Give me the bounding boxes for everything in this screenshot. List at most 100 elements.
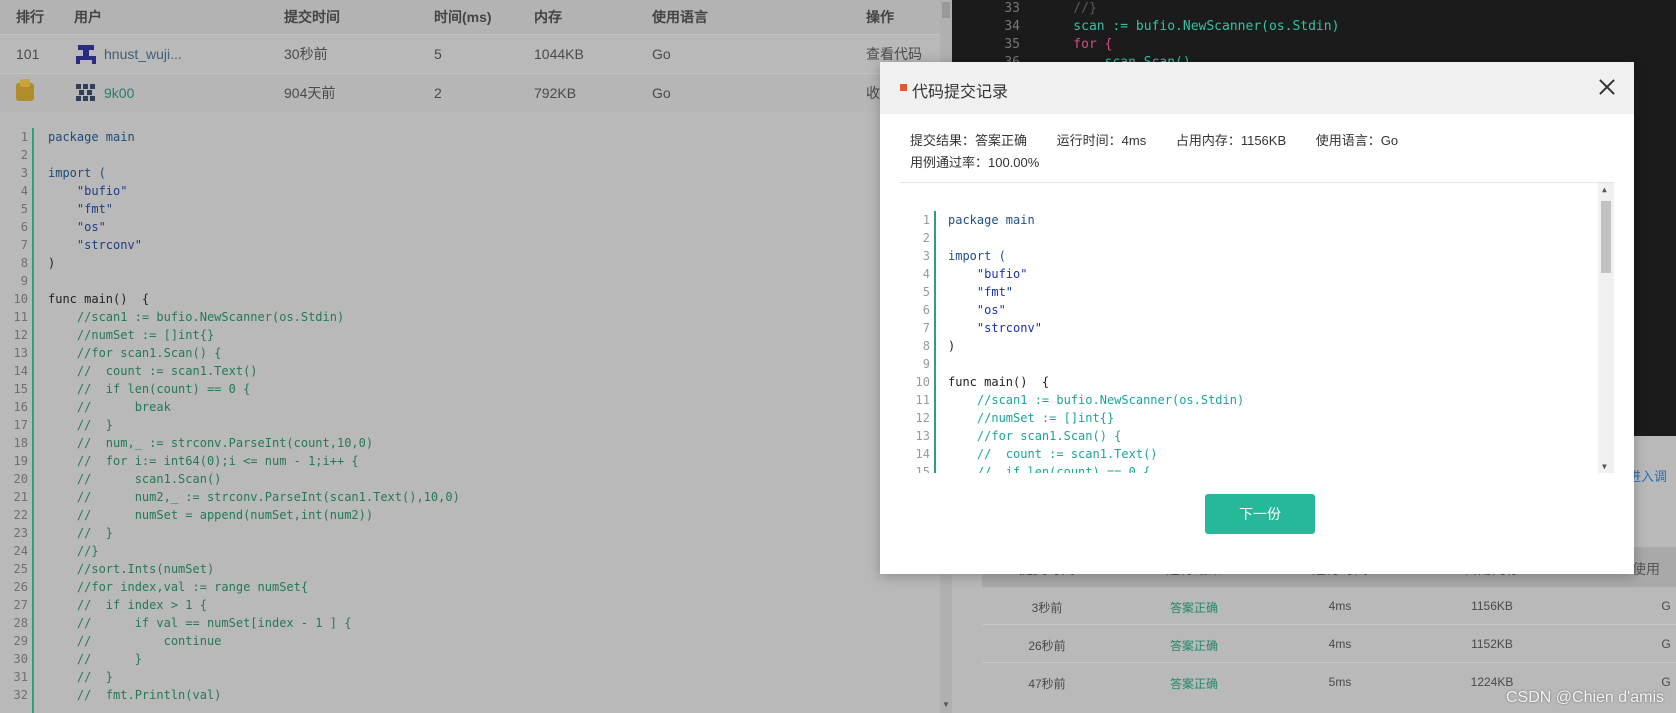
code-line: 29 // continue bbox=[0, 632, 940, 650]
hist-result: 答案正确 bbox=[1169, 639, 1219, 653]
code-line: 13 //for scan1.Scan() { bbox=[0, 344, 940, 362]
line-text: // if len(count) == 0 { bbox=[48, 382, 251, 396]
line-text: ) bbox=[48, 256, 56, 270]
line-number: 15 bbox=[13, 382, 28, 396]
line-number: 12 bbox=[13, 328, 28, 342]
line-text: package main bbox=[48, 130, 135, 144]
line-number: 11 bbox=[915, 393, 930, 407]
line-text: // } bbox=[48, 418, 114, 432]
line-text: // scan1.Scan() bbox=[48, 472, 222, 486]
memory: 792KB bbox=[534, 85, 577, 101]
line-number: 13 bbox=[915, 429, 930, 443]
scrollbar-thumb[interactable] bbox=[942, 2, 950, 18]
line-number: 14 bbox=[13, 364, 28, 378]
scroll-up-arrow-icon[interactable]: ▲ bbox=[1602, 185, 1607, 194]
code-viewer-left: 1 package main 2 3 import (4 "bufio" 5 "fmt" 6… bbox=[0, 128, 940, 713]
code-line: 12 //numSet := []int{} bbox=[900, 409, 1600, 427]
line-number: 13 bbox=[13, 346, 28, 360]
language-used: 使用语言：Go bbox=[1315, 133, 1399, 148]
left-panel: 排行 用户 提交时间 时间(ms) 内存 使用语言 操作 101 hnust_w… bbox=[0, 0, 950, 713]
scroll-down-arrow-icon[interactable]: ▼ bbox=[1602, 462, 1607, 471]
code-line: 9 bbox=[900, 355, 1600, 373]
hist-time: 3秒前 bbox=[1031, 601, 1063, 615]
line-number: 4 bbox=[922, 267, 930, 281]
code-line: 5 "fmt" bbox=[0, 200, 940, 218]
code-line: 27 // if index > 1 { bbox=[0, 596, 940, 614]
line-number: 25 bbox=[13, 562, 28, 576]
line-text: import ( bbox=[948, 249, 1006, 263]
code-line: 6 "os" bbox=[900, 301, 1600, 319]
hist-time: 47秒前 bbox=[1028, 677, 1066, 691]
line-number: 23 bbox=[13, 526, 28, 540]
line-text: //} bbox=[48, 544, 99, 558]
line-number: 6 bbox=[20, 220, 28, 234]
page: 排行 用户 提交时间 时间(ms) 内存 使用语言 操作 101 hnust_w… bbox=[0, 0, 1676, 713]
table-row: 9k00 904天前 2 792KB Go 收 bbox=[0, 73, 940, 112]
code-line: 12 //numSet := []int{} bbox=[0, 326, 940, 344]
code-line: 10 func main() { bbox=[900, 373, 1600, 391]
code-line: 9 bbox=[0, 272, 940, 290]
code-line: 22 // numSet = append(numSet,int(num2)) bbox=[0, 506, 940, 524]
code-line: 5 "fmt" bbox=[900, 283, 1600, 301]
line-number: 2 bbox=[20, 148, 28, 162]
code-line: 6 "os" bbox=[0, 218, 940, 236]
line-number: 27 bbox=[13, 598, 28, 612]
collect-link[interactable]: 收 bbox=[866, 83, 880, 103]
line-number: 2 bbox=[922, 231, 930, 245]
line-text: //} bbox=[1042, 1, 1097, 16]
code-lines: 1 package main 2 3 import (4 "bufio" 5 "fmt" 6… bbox=[0, 128, 940, 704]
line-text: // fmt.Println(val) bbox=[48, 688, 222, 702]
line-number: 28 bbox=[13, 616, 28, 630]
code-line: 32 // fmt.Println(val) bbox=[0, 686, 940, 704]
code-line: 2 bbox=[900, 229, 1600, 247]
user-link[interactable]: 9k00 bbox=[104, 85, 134, 101]
code-line: 26 //for index,val := range numSet{ bbox=[0, 578, 940, 596]
user-link[interactable]: hnust_wuji... bbox=[104, 46, 182, 62]
scrollbar-thumb[interactable] bbox=[1601, 201, 1611, 273]
line-number: 29 bbox=[13, 634, 28, 648]
time-ms: 5 bbox=[434, 46, 442, 62]
code-line: 4 "bufio" bbox=[900, 265, 1600, 283]
line-number: 3 bbox=[922, 249, 930, 263]
line-number: 8 bbox=[20, 256, 28, 270]
line-text: func main() { bbox=[948, 375, 1050, 389]
title-marker-icon bbox=[900, 84, 907, 91]
ranking-table: 排行 用户 提交时间 时间(ms) 内存 使用语言 操作 101 hnust_w… bbox=[0, 0, 940, 112]
modal-scrollbar[interactable]: ▲ ▼ bbox=[1598, 183, 1614, 473]
enter-debug-link[interactable]: 进入调 bbox=[1628, 466, 1676, 485]
line-number: 3 bbox=[20, 166, 28, 180]
code-line: 23 // } bbox=[0, 524, 940, 542]
line-number: 34 bbox=[1004, 19, 1020, 34]
line-number: 5 bbox=[922, 285, 930, 299]
user-cell: 9k00 bbox=[74, 82, 134, 104]
table-row[interactable]: 26秒前 答案正确 4ms 1152KB G bbox=[982, 625, 1676, 663]
line-number: 24 bbox=[13, 544, 28, 558]
line-number: 9 bbox=[20, 274, 28, 288]
view-code-link[interactable]: 查看代码 bbox=[866, 44, 922, 64]
line-text: for { bbox=[1042, 37, 1113, 52]
next-submission-button[interactable]: 下一份 bbox=[1205, 494, 1315, 534]
hist-time: 26秒前 bbox=[1028, 639, 1066, 653]
code-line: 31 // } bbox=[0, 668, 940, 686]
line-text: "bufio" bbox=[48, 184, 128, 198]
line-number: 22 bbox=[13, 508, 28, 522]
scroll-down-arrow-icon[interactable]: ▼ bbox=[942, 700, 950, 709]
table-row[interactable]: 3秒前 答案正确 4ms 1156KB G bbox=[982, 587, 1676, 625]
code-line: 3 import ( bbox=[900, 247, 1600, 265]
code-line: 24 //} bbox=[0, 542, 940, 560]
watermark: CSDN @Chien d'amis bbox=[1505, 689, 1664, 706]
line-number: 17 bbox=[13, 418, 28, 432]
line-number: 7 bbox=[20, 238, 28, 252]
header-memory: 内存 bbox=[534, 9, 562, 25]
header-language: 使用语言 bbox=[652, 9, 708, 25]
line-text: // if index > 1 { bbox=[48, 598, 207, 612]
hist-language: G bbox=[1661, 599, 1671, 613]
code-line: 3 import ( bbox=[0, 164, 940, 182]
line-text: // if val == numSet[index - 1 ] { bbox=[48, 616, 352, 630]
submit-time: 904天前 bbox=[284, 85, 336, 101]
close-icon[interactable] bbox=[1598, 78, 1616, 96]
modal-header: 代码提交记录 bbox=[880, 62, 1634, 114]
line-text: // num,_ := strconv.ParseInt(count,10,0) bbox=[48, 436, 374, 450]
line-text: //sort.Ints(numSet) bbox=[48, 562, 215, 576]
code-line: 20 // scan1.Scan() bbox=[0, 470, 940, 488]
